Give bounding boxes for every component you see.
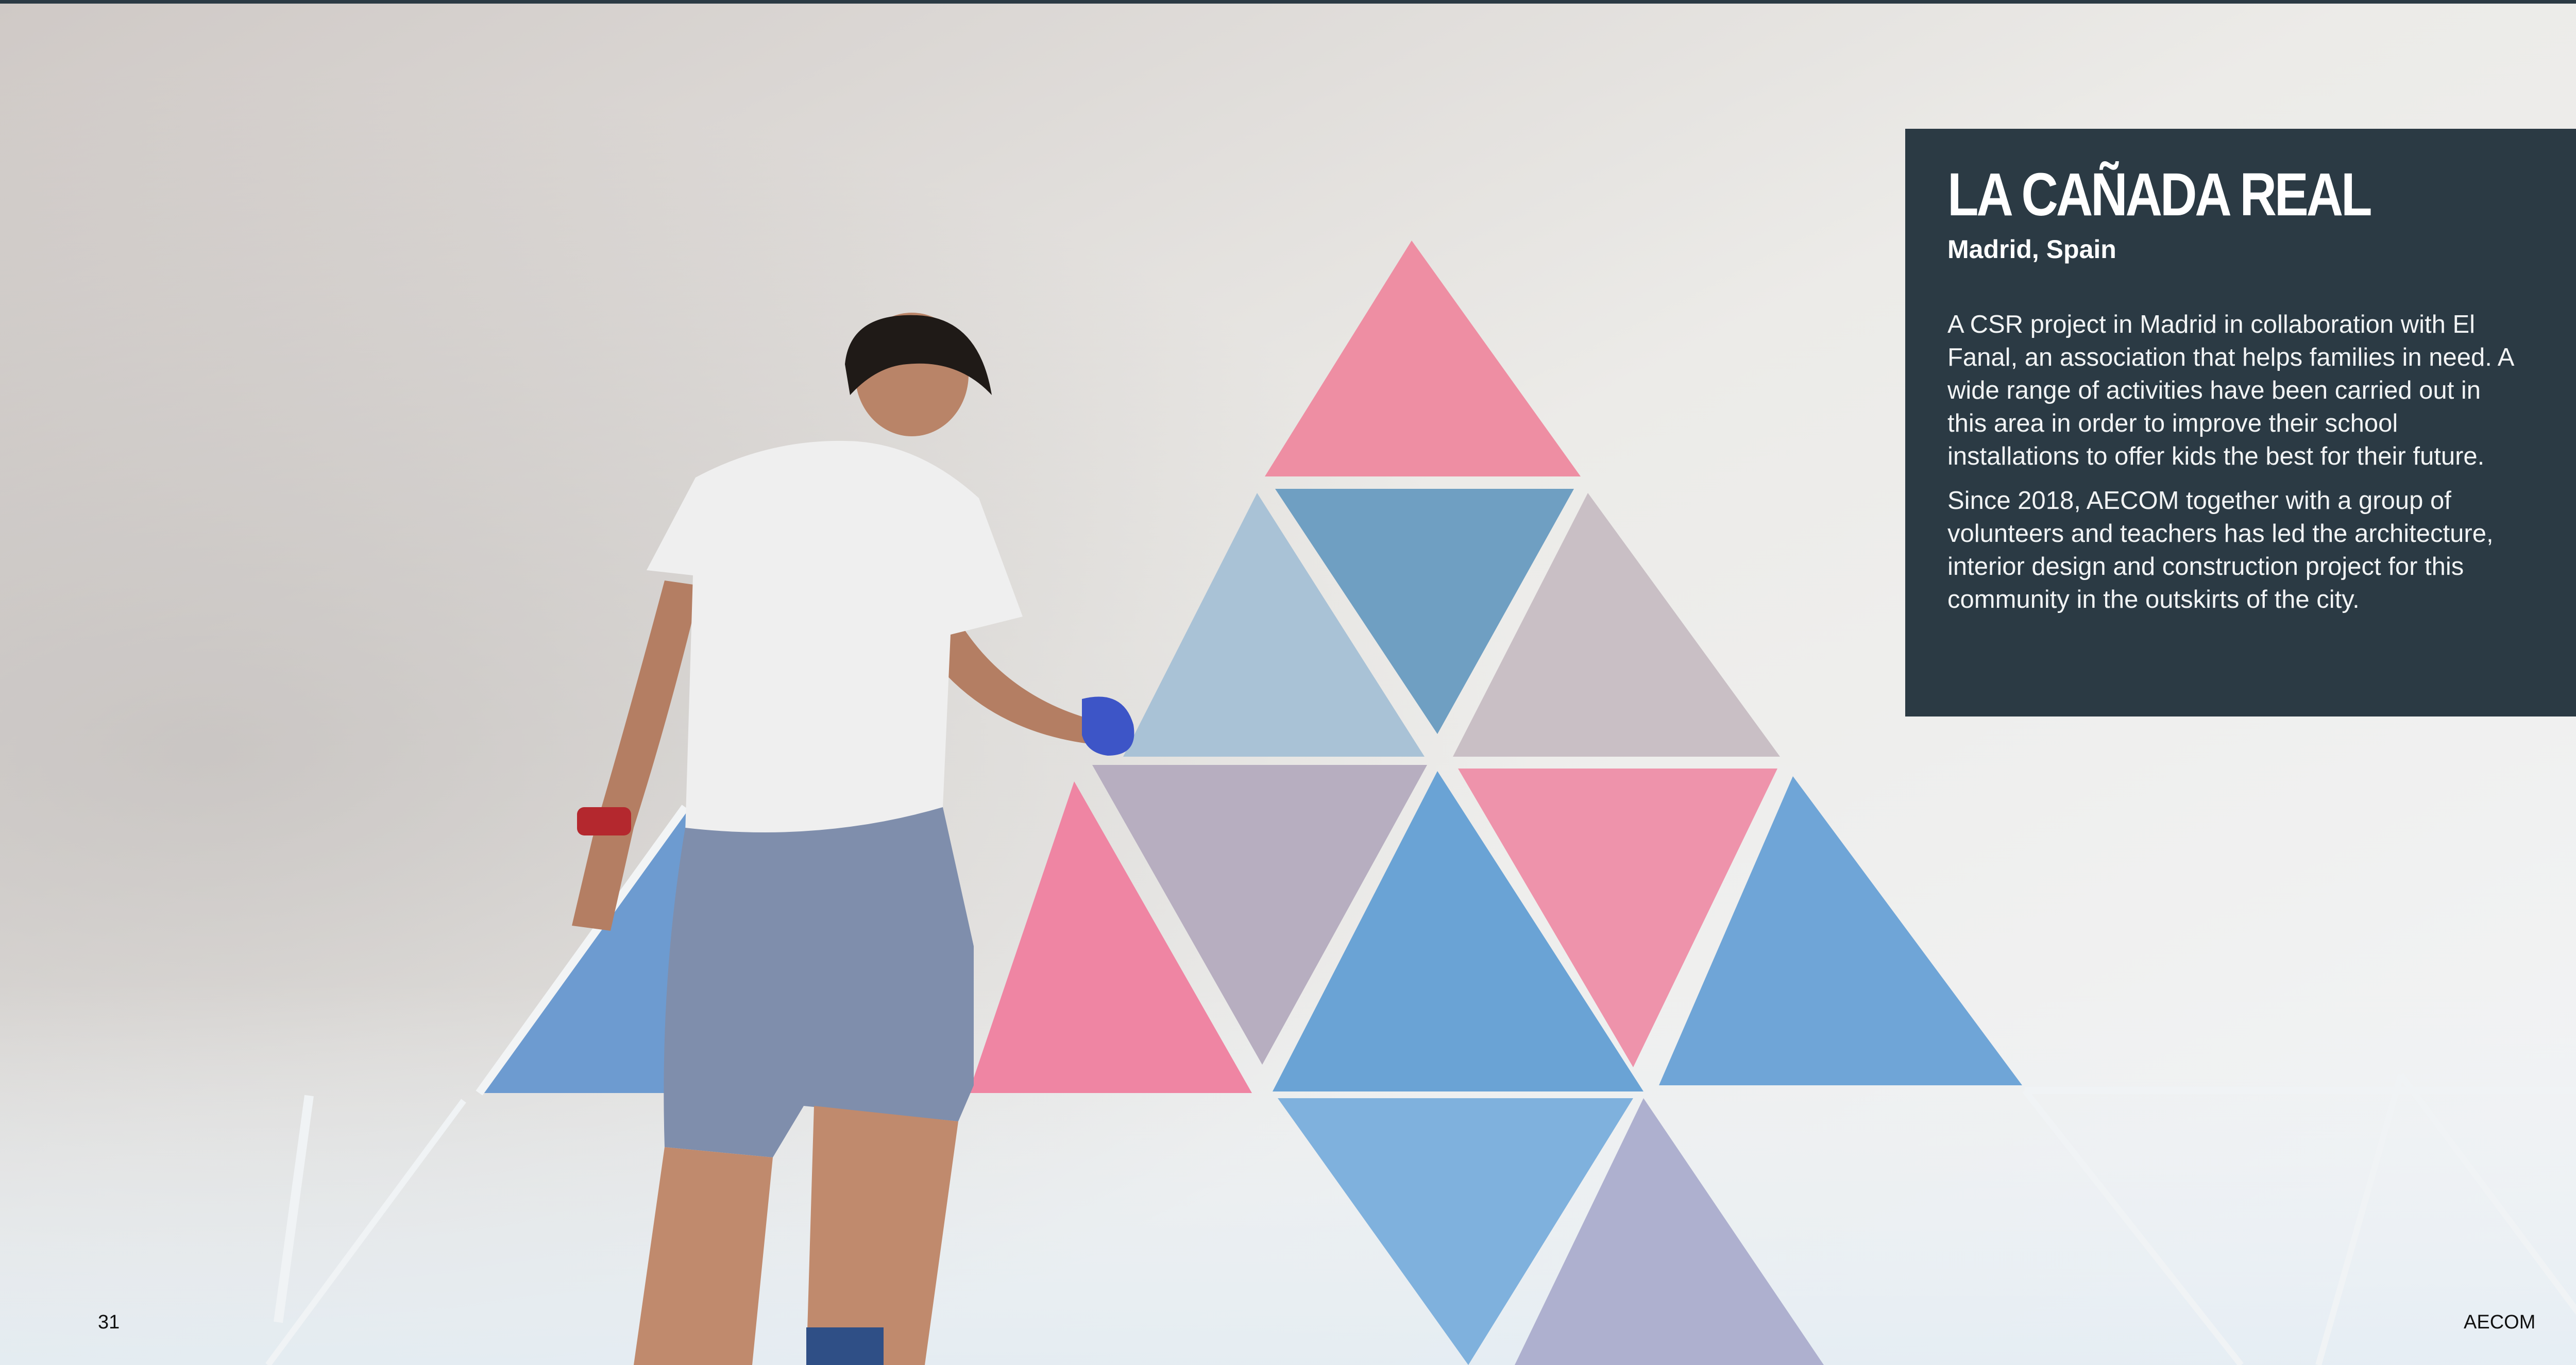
project-location: Madrid, Spain [1947, 235, 2116, 264]
lower-wall-tint [0, 982, 2576, 1365]
description-paragraph: A CSR project in Madrid in collaboration… [1947, 311, 2513, 470]
brochure-page: LA CAÑADA REAL Madrid, Spain A CSR proje… [0, 0, 2576, 1365]
top-rule [0, 0, 2576, 4]
brand-name: AECOM [2464, 1311, 2536, 1333]
sock [806, 1327, 884, 1365]
shorts [664, 807, 974, 1157]
project-title: LA CAÑADA REAL [1947, 161, 2372, 229]
page-number: 31 [98, 1311, 120, 1333]
watch [577, 807, 631, 835]
description-paragraph: Since 2018, AECOM together with a group … [1947, 487, 2494, 613]
info-panel: LA CAÑADA REAL Madrid, Spain A CSR proje… [1905, 129, 2576, 716]
